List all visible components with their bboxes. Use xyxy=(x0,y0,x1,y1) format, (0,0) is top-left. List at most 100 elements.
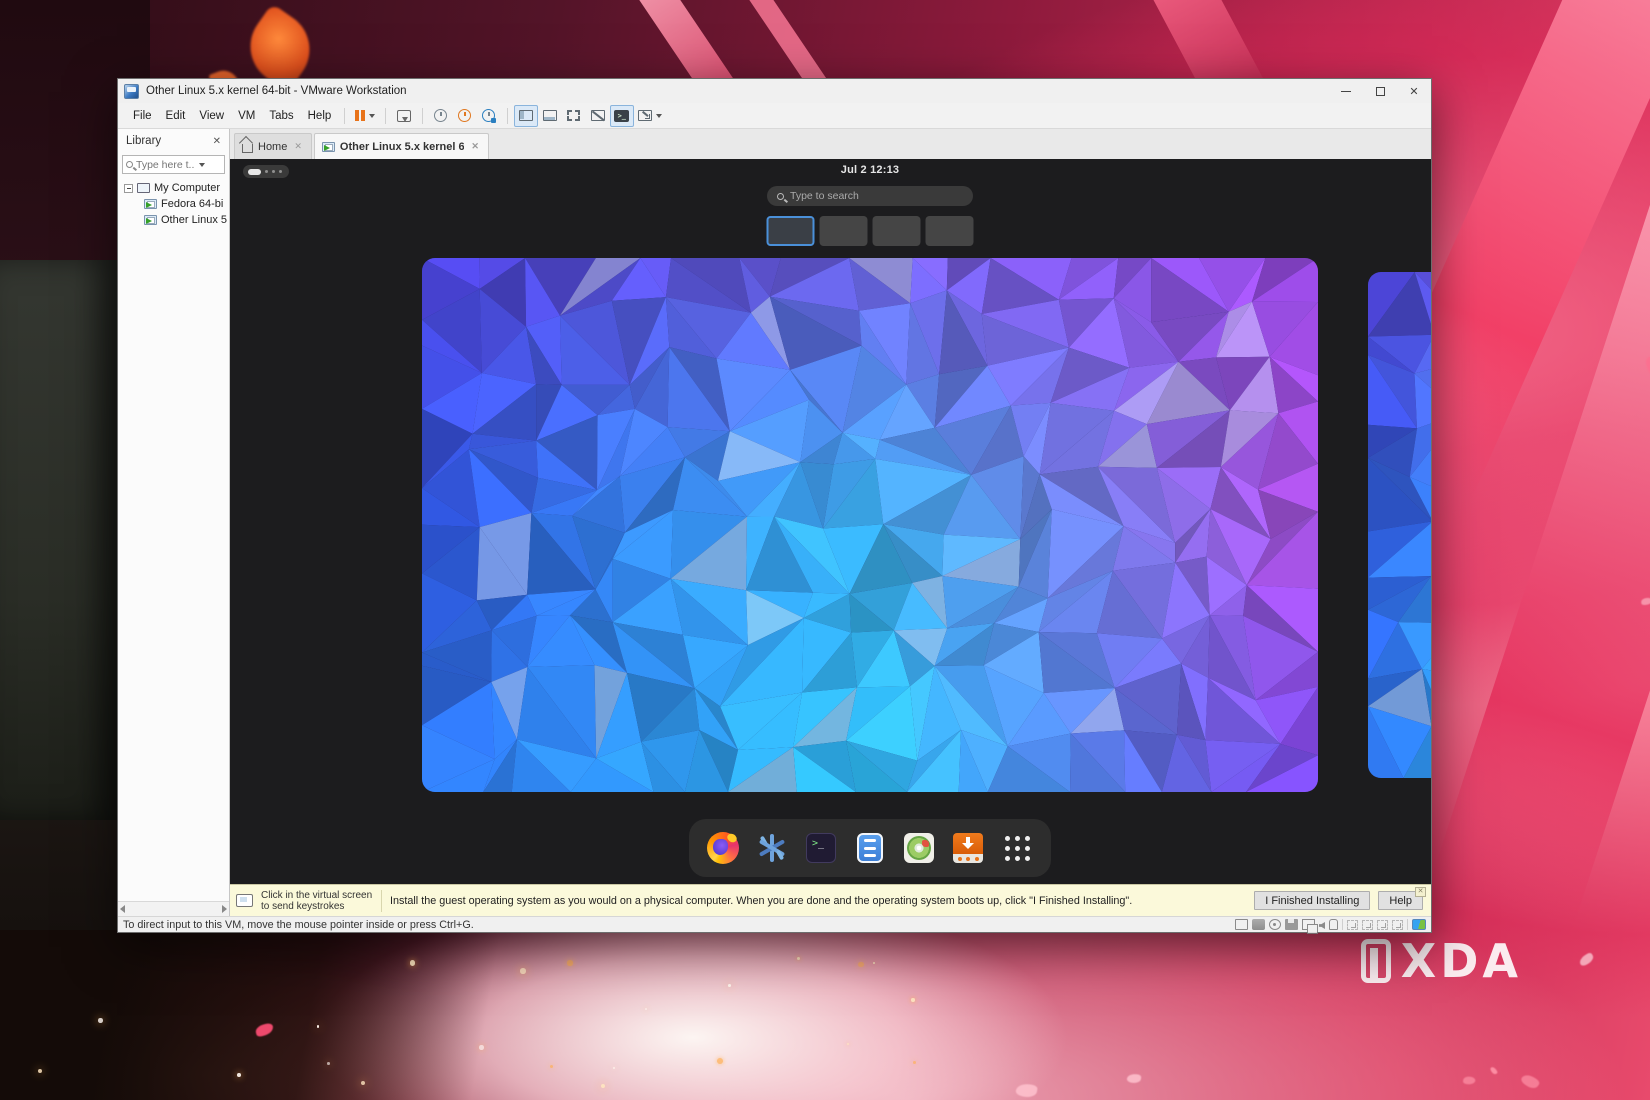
hint-bar: Click in the virtual screen to send keys… xyxy=(230,884,1431,916)
send-ctrl-alt-del-button[interactable] xyxy=(392,105,416,127)
workspace-thumbnail-1[interactable] xyxy=(767,216,815,246)
menu-view[interactable]: View xyxy=(192,107,231,125)
scroll-left-icon[interactable] xyxy=(120,905,125,913)
network-status-icon[interactable] xyxy=(1302,919,1315,930)
tree-item-my-computer[interactable]: My Computer xyxy=(118,180,229,196)
workspace-dot xyxy=(272,170,275,173)
hint-dismiss-button[interactable]: ✕ xyxy=(1415,887,1426,897)
show-library-button[interactable] xyxy=(514,105,538,127)
vm-icon xyxy=(144,199,157,209)
revert-snapshot-button[interactable] xyxy=(453,105,477,127)
autosize-icon[interactable] xyxy=(1377,920,1388,930)
fit-window-icon[interactable] xyxy=(1362,920,1373,930)
search-icon xyxy=(126,161,133,168)
next-workspace-preview[interactable] xyxy=(1368,272,1431,778)
status-separator xyxy=(1342,919,1343,930)
display-status-icon[interactable] xyxy=(1235,919,1248,930)
console-view-button[interactable]: >_ xyxy=(610,105,634,127)
tree-item-fedora[interactable]: Fedora 64-bi xyxy=(118,196,229,212)
tree-item-other-linux[interactable]: Other Linux 5 xyxy=(118,212,229,228)
ctrl-alt-del-icon xyxy=(397,110,411,122)
sound-status-icon[interactable] xyxy=(1319,922,1325,929)
chevron-down-icon xyxy=(656,114,662,118)
home-icon xyxy=(242,144,253,153)
finished-installing-button[interactable]: I Finished Installing xyxy=(1254,891,1370,910)
clock[interactable]: Jul 2 12:13 xyxy=(841,164,899,176)
workspace-thumbnail-2[interactable] xyxy=(820,216,868,246)
collapse-icon[interactable] xyxy=(124,184,133,193)
toolbar-separator xyxy=(422,108,423,124)
vm-console[interactable]: Jul 2 12:13 Type to search xyxy=(230,159,1431,884)
installer-icon[interactable] xyxy=(951,831,985,865)
minimize-button[interactable] xyxy=(1329,79,1363,103)
chevron-down-icon[interactable] xyxy=(199,163,205,167)
free-stretch-icon xyxy=(638,110,652,121)
status-bar: To direct input to this VM, move the mou… xyxy=(118,916,1431,932)
cdrom-status-icon[interactable] xyxy=(1269,919,1281,930)
tab-home[interactable]: Home ✕ xyxy=(234,133,312,159)
scroll-right-icon[interactable] xyxy=(222,905,227,913)
library-search-input[interactable] xyxy=(136,159,194,171)
library-close-button[interactable]: ✕ xyxy=(209,134,225,149)
files-icon[interactable] xyxy=(853,831,887,865)
harddisk-status-icon[interactable] xyxy=(1252,919,1265,930)
show-thumbnail-bar-button[interactable] xyxy=(538,105,562,127)
vmware-app-icon xyxy=(124,84,139,99)
status-text: To direct input to this VM, move the mou… xyxy=(123,919,474,931)
menu-edit[interactable]: Edit xyxy=(159,107,193,125)
free-stretch-button[interactable] xyxy=(634,105,666,127)
library-tree: My Computer Fedora 64-bi Other Linux 5 xyxy=(118,176,229,901)
menu-file[interactable]: File xyxy=(126,107,159,125)
fullscreen-button[interactable] xyxy=(562,105,586,127)
status-separator xyxy=(1407,919,1408,930)
titlebar[interactable]: Other Linux 5.x kernel 64-bit - VMware W… xyxy=(118,79,1431,103)
floppy-status-icon[interactable] xyxy=(1285,919,1298,930)
workspace-preview[interactable] xyxy=(422,258,1318,792)
menu-tabs[interactable]: Tabs xyxy=(262,107,300,125)
terminal-icon[interactable]: >_ xyxy=(804,831,838,865)
virtual-screen-icon xyxy=(236,894,253,907)
fit-guest-icon[interactable] xyxy=(1347,920,1358,930)
tab-close-icon[interactable]: ✕ xyxy=(292,140,304,153)
search-icon xyxy=(777,193,784,200)
tab-close-icon[interactable]: ✕ xyxy=(469,140,481,153)
fullscreen-icon xyxy=(567,110,580,121)
stretch-guest-icon[interactable] xyxy=(1392,920,1403,930)
library-panel: Library ✕ My Computer Fedora 64-bi xyxy=(118,129,230,916)
revert-snapshot-icon xyxy=(458,109,471,122)
vmware-window: Other Linux 5.x kernel 64-bit - VMware W… xyxy=(117,78,1432,933)
thumbnail-bar-icon xyxy=(543,110,557,121)
hint-divider xyxy=(381,890,382,912)
show-apps-icon[interactable] xyxy=(1000,831,1034,865)
usb-status-icon[interactable] xyxy=(1329,919,1338,930)
tab-other-linux[interactable]: Other Linux 5.x kernel 64-... ✕ xyxy=(314,133,489,159)
manage-snapshots-button[interactable] xyxy=(477,105,501,127)
tree-item-label: Other Linux 5 xyxy=(161,214,227,226)
workspace-dot xyxy=(265,170,268,173)
unity-mode-icon xyxy=(591,110,605,121)
vmware-tools-icon[interactable] xyxy=(1412,919,1426,930)
gnome-top-panel: Jul 2 12:13 xyxy=(230,159,1431,185)
menu-help[interactable]: Help xyxy=(301,107,339,125)
unity-mode-button[interactable] xyxy=(586,105,610,127)
nixos-icon[interactable] xyxy=(755,831,789,865)
workspace-thumbnail-4[interactable] xyxy=(926,216,974,246)
close-button[interactable]: ✕ xyxy=(1397,79,1431,103)
workspace-thumbnail-3[interactable] xyxy=(873,216,921,246)
xda-logo-text: XDA xyxy=(1401,934,1522,988)
tree-item-label: My Computer xyxy=(154,182,220,194)
library-search[interactable] xyxy=(122,155,225,174)
maximize-button[interactable] xyxy=(1363,79,1397,103)
firefox-icon[interactable] xyxy=(706,831,740,865)
menu-vm[interactable]: VM xyxy=(231,107,262,125)
library-hscrollbar[interactable] xyxy=(118,901,229,916)
workspace-indicator[interactable] xyxy=(243,165,289,178)
pause-button[interactable] xyxy=(351,105,379,127)
guest-search-box[interactable]: Type to search xyxy=(767,186,973,206)
tree-item-label: Fedora 64-bi xyxy=(161,198,223,210)
take-snapshot-button[interactable] xyxy=(429,105,453,127)
disk-image-mounter-icon[interactable] xyxy=(902,831,936,865)
xda-logo-icon xyxy=(1361,939,1391,983)
toolbar-separator xyxy=(344,108,345,124)
vm-icon xyxy=(144,215,157,225)
